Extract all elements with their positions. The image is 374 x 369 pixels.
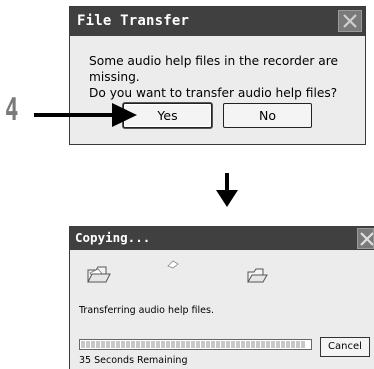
close-button[interactable] — [357, 228, 374, 249]
progress-fill — [81, 341, 306, 348]
source-folder-icon — [87, 266, 111, 283]
no-button[interactable]: No — [223, 103, 312, 128]
pointer-arrow — [34, 103, 137, 127]
close-icon — [343, 14, 357, 28]
flying-document-icon — [167, 260, 179, 269]
copying-dialog: Copying... Transferring audio help files… — [69, 226, 374, 369]
dialog-title: Copying... — [75, 230, 151, 245]
close-button[interactable] — [338, 10, 362, 32]
title-bar: File Transfer — [70, 7, 365, 36]
message-line-2: Do you want to transfer audio help files… — [89, 86, 338, 100]
down-arrow — [216, 173, 238, 207]
title-bar: Copying... — [70, 226, 374, 250]
cancel-button[interactable]: Cancel — [320, 337, 370, 357]
destination-folder-icon — [247, 268, 268, 283]
dialog-title: File Transfer — [77, 13, 190, 29]
dialog-message: Some audio help files in the recorder ar… — [89, 53, 365, 101]
progress-bar — [79, 339, 312, 350]
message-line-1: Some audio help files in the recorder ar… — [89, 54, 338, 84]
step-number: 4 — [5, 92, 19, 128]
time-remaining: 35 Seconds Remaining — [79, 355, 188, 366]
close-icon — [360, 232, 373, 246]
status-text: Transferring audio help files. — [79, 305, 214, 316]
